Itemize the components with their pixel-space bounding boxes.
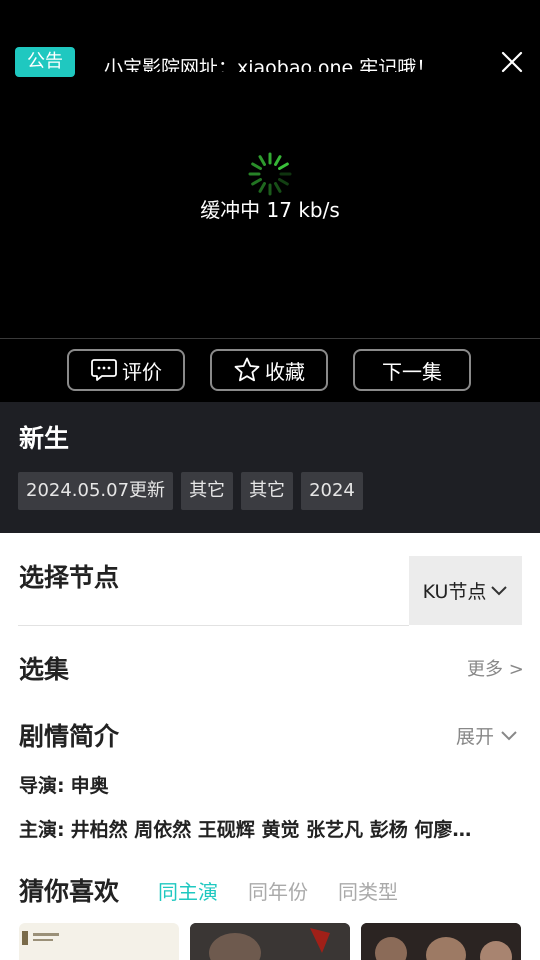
episodes-section-title: 选集 xyxy=(19,655,70,684)
synopsis-section-title: 剧情简介 xyxy=(19,722,120,751)
divider xyxy=(18,625,409,626)
loading-spinner-icon xyxy=(248,152,292,196)
spinner-tick xyxy=(274,182,282,193)
chevron-down-icon xyxy=(491,585,508,595)
node-section-title: 选择节点 xyxy=(19,563,120,592)
tag-update-date: 2024.05.07更新 xyxy=(18,472,174,510)
review-button[interactable]: 评价 xyxy=(67,349,185,391)
synopsis-expand-button[interactable]: 展开 xyxy=(456,722,518,749)
notice-marquee-text: 小宝影院网址：xiaobao.one 牢记哦！ xyxy=(104,57,436,72)
cast-line: 主演: 井柏然 周依然 王砚辉 黄觉 张艺凡 彭杨 何廖… xyxy=(19,815,519,842)
tag-year: 2024 xyxy=(301,472,363,510)
video-tags: 2024.05.07更新 其它 其它 2024 xyxy=(18,472,363,510)
video-title: 新生 xyxy=(19,424,70,453)
next-episode-label: 下一集 xyxy=(382,359,442,384)
tab-same-genre[interactable]: 同类型 xyxy=(338,876,398,905)
tag-region: 其它 xyxy=(181,472,234,510)
tag-genre: 其它 xyxy=(241,472,294,510)
spinner-tick xyxy=(278,178,289,186)
recommend-thumbnail[interactable] xyxy=(190,923,350,960)
recommend-thumbnail[interactable] xyxy=(361,923,521,960)
spinner-tick xyxy=(274,155,282,166)
buffer-status: 缓冲中 17 kb/s xyxy=(200,198,340,222)
video-player[interactable]: 公告 小宝影院网址：xiaobao.one 牢记哦！ 缓冲中 17 kb/s xyxy=(0,0,540,338)
recommend-section-title: 猜你喜欢 xyxy=(19,877,120,906)
favorite-label: 收藏 xyxy=(265,359,305,384)
player-action-bar: 评价 收藏 下一集 xyxy=(0,338,540,403)
spinner-tick xyxy=(251,162,262,170)
cast-label: 主演: xyxy=(19,819,65,841)
star-icon xyxy=(234,357,260,382)
close-icon[interactable] xyxy=(500,50,524,74)
recommend-thumbnail[interactable] xyxy=(19,923,179,960)
spinner-tick xyxy=(258,182,266,193)
director-line: 导演: 申奥 xyxy=(19,771,519,798)
spinner-tick xyxy=(258,155,266,166)
notice-badge: 公告 xyxy=(15,47,75,77)
expand-label: 展开 xyxy=(456,726,495,748)
review-label: 评价 xyxy=(122,359,162,384)
spinner-tick xyxy=(251,178,262,186)
director-value: 申奥 xyxy=(70,775,109,797)
recommend-tabs: 同主演 同年份 同类型 xyxy=(158,876,398,905)
node-dropdown[interactable]: KU节点 xyxy=(409,556,522,625)
video-info-panel: 新生 2024.05.07更新 其它 其它 2024 xyxy=(0,402,540,533)
spinner-tick xyxy=(278,162,289,170)
comment-icon xyxy=(91,359,117,381)
cast-value: 井柏然 周依然 王砚辉 黄觉 张艺凡 彭杨 何廖… xyxy=(70,819,472,841)
chevron-down-icon xyxy=(501,730,517,740)
node-selected-value: KU节点 xyxy=(422,581,487,603)
director-label: 导演: xyxy=(19,775,65,797)
tab-same-cast[interactable]: 同主演 xyxy=(158,876,218,905)
next-episode-button[interactable]: 下一集 xyxy=(353,349,471,391)
tab-same-year[interactable]: 同年份 xyxy=(248,876,308,905)
episodes-more-link[interactable]: 更多 > xyxy=(467,655,524,681)
favorite-button[interactable]: 收藏 xyxy=(210,349,328,391)
